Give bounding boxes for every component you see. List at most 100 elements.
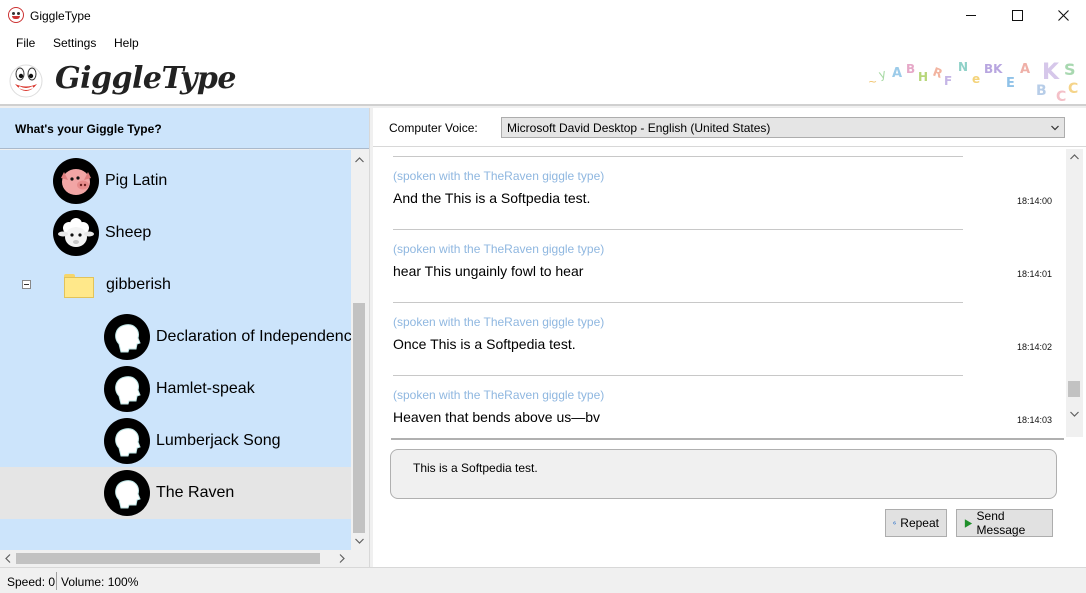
message-input-value: This is a Softpedia test.: [413, 461, 538, 475]
head-silhouette-icon: [104, 418, 150, 464]
tree-item-the-raven[interactable]: The Raven: [0, 467, 351, 519]
message-timestamp: 18:14:00: [1017, 196, 1053, 206]
scroll-up-icon[interactable]: [1070, 154, 1079, 160]
app-icon[interactable]: [8, 7, 24, 23]
menu-file[interactable]: File: [16, 36, 35, 50]
banner: GiggleType ~ y A B H R F N e BK E A B K …: [0, 55, 1086, 106]
scroll-down-icon[interactable]: [1070, 411, 1079, 417]
smiley-face-icon: [9, 64, 43, 98]
tree-item-label: The Raven: [156, 484, 235, 501]
tree-item-label: Hamlet-speak: [156, 380, 255, 397]
svg-text:S: S: [1064, 60, 1076, 79]
scroll-left-icon[interactable]: [5, 554, 11, 563]
scroll-down-icon[interactable]: [355, 538, 364, 544]
svg-text:BK: BK: [984, 62, 1003, 76]
tree-item-label: Pig Latin: [105, 172, 168, 189]
svg-text:y: y: [877, 67, 887, 82]
svg-text:~: ~: [868, 75, 877, 88]
svg-text:C: C: [1056, 89, 1066, 105]
divider: [391, 438, 1064, 440]
status-bar: Speed: 0 Volume: 100%: [0, 567, 1086, 593]
computer-voice-dropdown[interactable]: Microsoft David Desktop - English (Unite…: [501, 117, 1065, 138]
conversation-panel: Computer Voice: Microsoft David Desktop …: [373, 108, 1086, 567]
scroll-up-icon[interactable]: [355, 157, 364, 163]
svg-text:F: F: [944, 74, 952, 88]
title-bar: GiggleType: [0, 0, 1086, 31]
scroll-corner: [351, 550, 368, 567]
message-text: Heaven that bends above us—bv: [393, 409, 601, 425]
giggle-type-header: What's your Giggle Type?: [0, 108, 369, 149]
close-button[interactable]: [1040, 0, 1086, 31]
head-silhouette-icon: [104, 366, 150, 412]
play-icon: [964, 518, 973, 528]
tree-item-sheep[interactable]: Sheep: [53, 207, 351, 259]
scrollbar-thumb[interactable]: [16, 553, 320, 564]
collapse-toggle[interactable]: [22, 280, 31, 289]
message-timestamp: 18:14:03: [1017, 415, 1053, 425]
svg-text:A: A: [892, 66, 902, 81]
message-item: (spoken with the TheRaven giggle type) A…: [373, 157, 1066, 230]
tree-item-label: Declaration of Independence: [156, 328, 351, 345]
scroll-right-icon[interactable]: [339, 554, 345, 563]
tree-folder-gibberish[interactable]: gibberish: [56, 259, 351, 311]
close-icon: [1057, 10, 1069, 21]
tree-item-hamlet-speak[interactable]: Hamlet-speak: [104, 363, 351, 415]
pig-icon: [53, 158, 99, 204]
message-giggle-tag: (spoken with the TheRaven giggle type): [393, 242, 605, 256]
svg-text:B: B: [906, 62, 915, 76]
divider: [373, 146, 1086, 147]
menu-bar: File Settings Help: [0, 31, 1086, 55]
tree-vertical-scrollbar[interactable]: [351, 150, 368, 550]
tree-item-declaration-of-independence[interactable]: Declaration of Independence: [104, 311, 351, 363]
head-silhouette-icon: [104, 470, 150, 516]
window-title: GiggleType: [30, 9, 91, 23]
message-history: (spoken with the TheRaven giggle type) A…: [373, 149, 1066, 437]
send-message-button-label: Send Message: [976, 509, 1026, 537]
svg-text:e: e: [972, 72, 980, 86]
svg-text:R: R: [931, 65, 944, 81]
message-input[interactable]: This is a Softpedia test.: [390, 449, 1057, 499]
svg-text:B: B: [1036, 83, 1047, 99]
tree-item-pig-latin[interactable]: Pig Latin: [53, 155, 351, 207]
tree-folder-label: gibberish: [106, 276, 171, 293]
scrollbar-thumb[interactable]: [353, 303, 365, 533]
logo-text: GiggleType: [55, 61, 236, 96]
maximize-button[interactable]: [994, 0, 1040, 31]
message-text: And the This is a Softpedia test.: [393, 190, 591, 206]
status-separator: [56, 572, 57, 590]
message-giggle-tag: (spoken with the TheRaven giggle type): [393, 169, 605, 183]
giggle-type-tree[interactable]: Pig Latin Sheep gibberish Declaration of…: [0, 150, 351, 550]
svg-text:H: H: [918, 70, 928, 84]
tree-horizontal-scrollbar[interactable]: [0, 550, 351, 567]
message-giggle-tag: (spoken with the TheRaven giggle type): [393, 388, 605, 402]
refresh-icon: [893, 521, 897, 525]
chevron-down-icon: [1051, 125, 1059, 131]
message-timestamp: 18:14:02: [1017, 342, 1053, 352]
computer-voice-label: Computer Voice:: [389, 121, 478, 135]
menu-settings[interactable]: Settings: [53, 36, 96, 50]
repeat-button[interactable]: Repeat: [885, 509, 947, 537]
minimize-button[interactable]: [948, 0, 994, 31]
tree-item-lumberjack-song[interactable]: Lumberjack Song: [104, 415, 351, 467]
decorative-letters-image: ~ y A B H R F N e BK E A B K C S C: [868, 60, 1078, 105]
sheep-icon: [53, 210, 99, 256]
send-message-button[interactable]: Send Message: [956, 509, 1053, 537]
scrollbar-thumb[interactable]: [1068, 381, 1080, 397]
menu-help[interactable]: Help: [114, 36, 139, 50]
message-text: hear This ungainly fowl to hear: [393, 263, 584, 279]
repeat-button-label: Repeat: [900, 516, 939, 530]
svg-text:N: N: [958, 60, 968, 74]
status-speed: Speed: 0: [7, 575, 56, 589]
message-item: (spoken with the TheRaven giggle type) H…: [373, 376, 1066, 437]
messages-vertical-scrollbar[interactable]: [1066, 149, 1083, 437]
giggle-type-heading: What's your Giggle Type?: [15, 122, 162, 136]
message-item: (spoken with the TheRaven giggle type) h…: [373, 230, 1066, 303]
tree-item-label: Lumberjack Song: [156, 432, 281, 449]
computer-voice-value: Microsoft David Desktop - English (Unite…: [507, 121, 771, 135]
message-giggle-tag: (spoken with the TheRaven giggle type): [393, 315, 605, 329]
message-item: (spoken with the TheRaven giggle type) O…: [373, 303, 1066, 376]
svg-text:K: K: [1042, 60, 1060, 85]
head-silhouette-icon: [104, 314, 150, 360]
message-text: Once This is a Softpedia test.: [393, 336, 576, 352]
message-timestamp: 18:14:01: [1017, 269, 1053, 279]
